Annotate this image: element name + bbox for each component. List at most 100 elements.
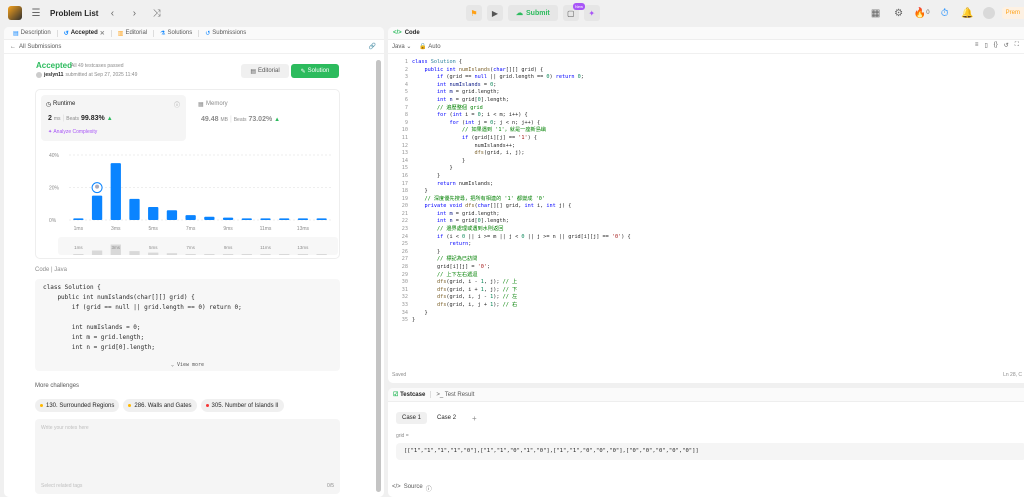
solution-button[interactable]: ✎ Solution — [291, 64, 339, 78]
chart-bar[interactable] — [316, 218, 327, 220]
bookmark-icon[interactable]: ▯ — [984, 42, 987, 49]
code-token: (i < — [446, 233, 462, 240]
settings-icon[interactable]: ⚙ — [891, 5, 907, 21]
notes-input[interactable]: Write your notes here Select related tag… — [35, 419, 340, 494]
ai-assistant-button[interactable]: ✦ — [583, 5, 600, 21]
next-problem-icon[interactable]: › — [126, 5, 142, 21]
notifications-icon[interactable]: 🔔 — [960, 5, 976, 21]
premium-button[interactable]: Prem — [1001, 7, 1024, 19]
code-lang: Java — [54, 267, 67, 273]
memory-label[interactable]: Memory — [206, 101, 228, 107]
code-token: // 下 — [502, 286, 518, 293]
list-icon[interactable]: ☰ — [28, 5, 44, 21]
sparkle-icon: ✦ — [48, 129, 53, 135]
tags-select[interactable]: Select related tags — [41, 483, 82, 489]
tab-solutions[interactable]: ⚗ Solutions — [156, 27, 196, 40]
debug-button[interactable]: ⚑ — [466, 5, 482, 21]
overview-tick-label: 9ms — [224, 245, 233, 250]
streak-fire-icon[interactable]: 🔥 0 — [914, 5, 930, 21]
runtime-box[interactable]: ◷ Runtime ⓘ 2 ms | Beats 99.83% ▲ ✦ Anal… — [41, 95, 186, 141]
close-icon[interactable]: ✕ — [100, 30, 105, 37]
language-select[interactable]: Java ⌄ — [392, 43, 411, 50]
chart-bar[interactable] — [73, 218, 84, 220]
tab-submissions-label: Submissions — [212, 30, 247, 36]
chart-bar[interactable] — [297, 218, 309, 220]
code-token: int — [546, 203, 559, 210]
code-token: (grid, i - — [446, 279, 481, 286]
code-token: char — [493, 66, 506, 73]
help-icon[interactable]: ⓘ — [426, 484, 432, 493]
chart-bar[interactable] — [185, 215, 196, 220]
line-number: 27 — [401, 256, 408, 263]
source-button[interactable]: </> Source ⓘ — [392, 484, 432, 493]
chart-bar[interactable] — [260, 218, 271, 220]
tab-editorial[interactable]: ▥ Editorial — [114, 27, 151, 40]
runtime-label: Runtime — [53, 101, 76, 107]
tab-solutions-label: Solutions — [167, 30, 193, 36]
prev-problem-icon[interactable]: ‹ — [104, 5, 120, 21]
tab-test-result[interactable]: >_ Test Result — [436, 392, 474, 398]
chart-bar[interactable] — [279, 218, 290, 220]
chart-bar[interactable] — [148, 207, 159, 220]
brackets-icon[interactable]: {} — [994, 42, 998, 49]
info-icon[interactable]: ⓘ — [174, 100, 180, 109]
chart-bar[interactable] — [110, 163, 121, 220]
code-panel-header: </> Code — [388, 27, 1024, 40]
case-tab-2[interactable]: Case 2 — [431, 412, 462, 424]
reset-icon[interactable]: ↺ — [1004, 42, 1009, 49]
overview-tick-label: 11ms — [260, 245, 271, 250]
memory-value: 49.48 — [201, 116, 219, 123]
param-input[interactable]: [["1","1","1","1","0"],["1","1","0","1",… — [396, 443, 1024, 460]
challenge-chip[interactable]: 286. Walls and Gates — [123, 399, 197, 412]
layout-icon[interactable]: ▦ — [868, 5, 884, 21]
view-more-button[interactable]: ⌄ View more — [35, 362, 340, 368]
x-tick-label: 13ms — [297, 226, 310, 232]
tab-submissions[interactable]: ↺ Submissions — [201, 27, 250, 40]
link-icon[interactable]: 🔗 — [369, 43, 376, 50]
scrollbar-thumb[interactable] — [376, 60, 381, 492]
auto-mode[interactable]: 🔒 Auto — [419, 43, 440, 50]
timer-icon[interactable]: ⏱ — [937, 5, 953, 21]
format-icon[interactable]: ≡ — [975, 42, 979, 49]
chart-bar[interactable] — [129, 198, 140, 220]
tab-description[interactable]: ▤ Description — [9, 27, 55, 40]
add-case-button[interactable]: + — [466, 412, 483, 424]
overview-tick-label: 13ms — [297, 245, 309, 250]
chart-bar[interactable] — [91, 195, 103, 220]
runtime-distribution-chart[interactable]: 40% 20% 0% 1ms 3ms 5ms 7ms 9ms 11ms 13ms 1ms 3ms 5ms… — [36, 145, 341, 260]
code-token: (grid, i, j + — [446, 302, 491, 308]
shuffle-icon[interactable]: ⤨ — [148, 5, 164, 21]
problem-list-link[interactable]: Problem List — [50, 9, 98, 18]
challenge-chip[interactable]: 305. Number of Islands II — [200, 399, 284, 412]
leetcode-logo-icon[interactable] — [8, 6, 22, 20]
fullscreen-icon[interactable]: ⛶ — [1015, 42, 1019, 49]
scrollbar[interactable] — [376, 60, 381, 492]
trophy-icon: ▲ — [274, 117, 281, 123]
code-line: class Solution { — [412, 59, 631, 67]
submit-button[interactable]: ☁ Submit — [508, 5, 558, 21]
line-number: 32 — [401, 294, 408, 301]
case-tab-1[interactable]: Case 1 — [396, 412, 428, 424]
analyze-complexity-link[interactable]: ✦ Analyze Complexity — [48, 129, 97, 135]
source-code[interactable]: class Solution { public int numIslands(c… — [412, 59, 631, 325]
challenge-chip[interactable]: 130. Surrounded Regions — [35, 399, 120, 412]
username[interactable]: jeslyn11 — [44, 72, 63, 78]
code-preview[interactable]: class Solution { public int numIslands(c… — [35, 279, 340, 371]
chart-bar[interactable] — [204, 216, 215, 220]
divider — [110, 29, 112, 37]
code-token: i = — [465, 112, 478, 119]
code-token: // 深度優先搜尋，把所有相連的 '1' 都變成 '0' — [424, 195, 545, 202]
tab-accepted[interactable]: ↺ Accepted ✕ — [60, 27, 109, 40]
back-to-submissions[interactable]: ← All Submissions 🔗 — [4, 40, 384, 54]
editorial-button[interactable]: ▤ Editorial — [241, 64, 289, 78]
avatar[interactable] — [982, 7, 995, 19]
tab-testcase[interactable]: ☑ Testcase — [393, 391, 425, 398]
chart-bar[interactable] — [166, 210, 178, 220]
run-button[interactable]: ▶ — [487, 5, 503, 21]
line-number: 9 — [404, 119, 408, 126]
code-editor[interactable]: 1 2 3 4 5 6 7 8 9 10 11 12 13 14 15 16 17 18 19 20 21 22 23 24 2… — [388, 59, 1024, 359]
chart-bar[interactable] — [241, 218, 252, 220]
chart-bar[interactable] — [222, 217, 234, 220]
code-token: = — [480, 81, 491, 88]
